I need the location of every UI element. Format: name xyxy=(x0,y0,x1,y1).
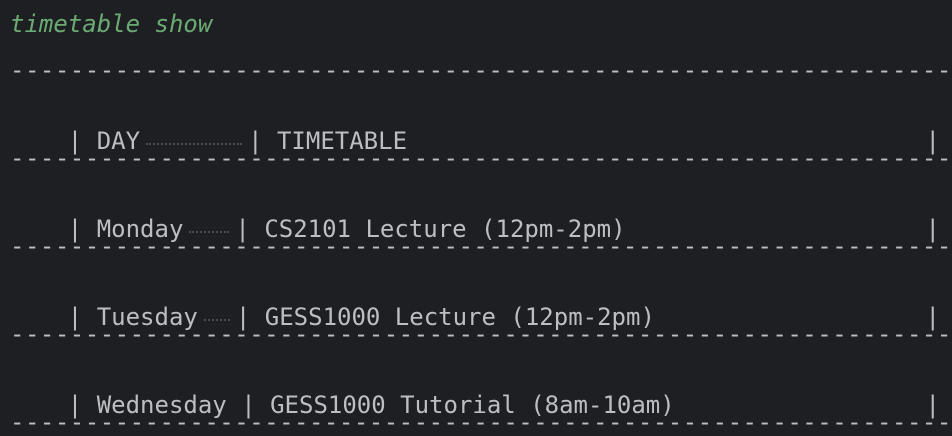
command-line: timetable show xyxy=(10,10,213,38)
table-row: | Tuesday | GESS1000 Lecture (12pm-2pm) | xyxy=(10,275,952,331)
table-separator: ----------------------------------------… xyxy=(10,320,952,348)
table-row: | Wednesday | GESS1000 Tutorial (8am-10a… xyxy=(10,363,952,419)
table-header-row: | DAY | TIMETABLE | xyxy=(10,99,952,155)
table-separator: ----------------------------------------… xyxy=(10,56,952,84)
table-separator: ----------------------------------------… xyxy=(10,144,952,172)
table-separator: ----------------------------------------… xyxy=(10,232,952,260)
terminal-output: timetable show -------------------------… xyxy=(0,0,952,436)
table-row: | Monday | CS2101 Lecture (12pm-2pm) | xyxy=(10,187,952,243)
table-separator: ----------------------------------------… xyxy=(10,408,952,436)
